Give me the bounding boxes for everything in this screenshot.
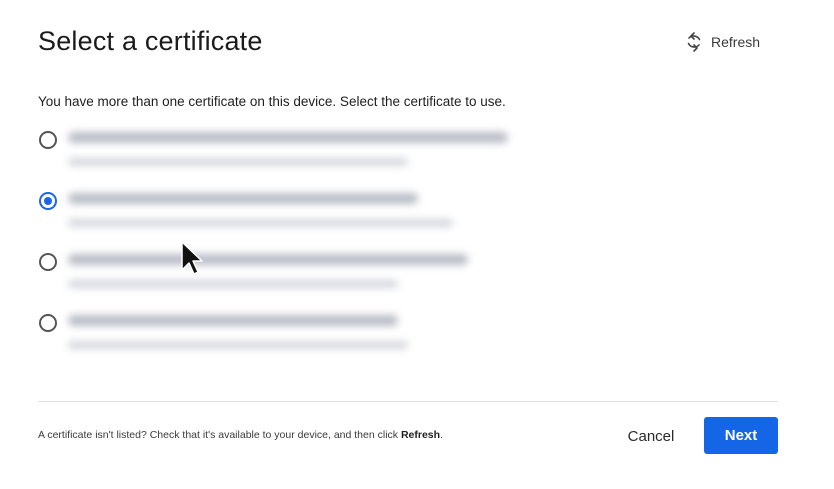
footer-divider (38, 401, 778, 402)
radio-button-selected[interactable] (39, 192, 57, 210)
refresh-label: Refresh (711, 34, 761, 50)
radio-button[interactable] (39, 253, 57, 271)
refresh-button[interactable]: Refresh (684, 30, 760, 54)
certificate-name-redacted (68, 315, 398, 326)
certificate-option-4[interactable] (38, 307, 598, 368)
mouse-pointer-icon (180, 240, 204, 280)
certificate-option-3[interactable] (38, 246, 598, 307)
footer-note: A certificate isn't listed? Check that i… (38, 429, 443, 441)
certificate-name-redacted (68, 193, 418, 204)
radio-button[interactable] (39, 131, 57, 149)
certificate-name-redacted (68, 254, 468, 265)
refresh-icon (684, 31, 704, 53)
footer-note-refresh: Refresh (400, 429, 441, 441)
radio-button[interactable] (39, 314, 57, 332)
certificate-list (38, 124, 598, 368)
next-button[interactable]: Next (704, 417, 778, 454)
certificate-issuer-redacted (68, 158, 408, 166)
footer-note-period: . (440, 429, 443, 441)
certificate-issuer-redacted (68, 341, 408, 349)
certificate-name-redacted (68, 132, 508, 143)
instruction-text: You have more than one certificate on th… (38, 94, 506, 109)
certificate-dialog: Select a certificate Refresh You have mo… (0, 0, 834, 489)
page-title: Select a certificate (38, 26, 263, 56)
certificate-option-1[interactable] (38, 124, 598, 185)
certificate-option-2[interactable] (38, 185, 598, 246)
certificate-issuer-redacted (68, 219, 453, 227)
cancel-button[interactable]: Cancel (614, 418, 688, 454)
footer-note-text: A certificate isn't listed? Check that i… (38, 429, 401, 441)
certificate-issuer-redacted (68, 280, 398, 288)
